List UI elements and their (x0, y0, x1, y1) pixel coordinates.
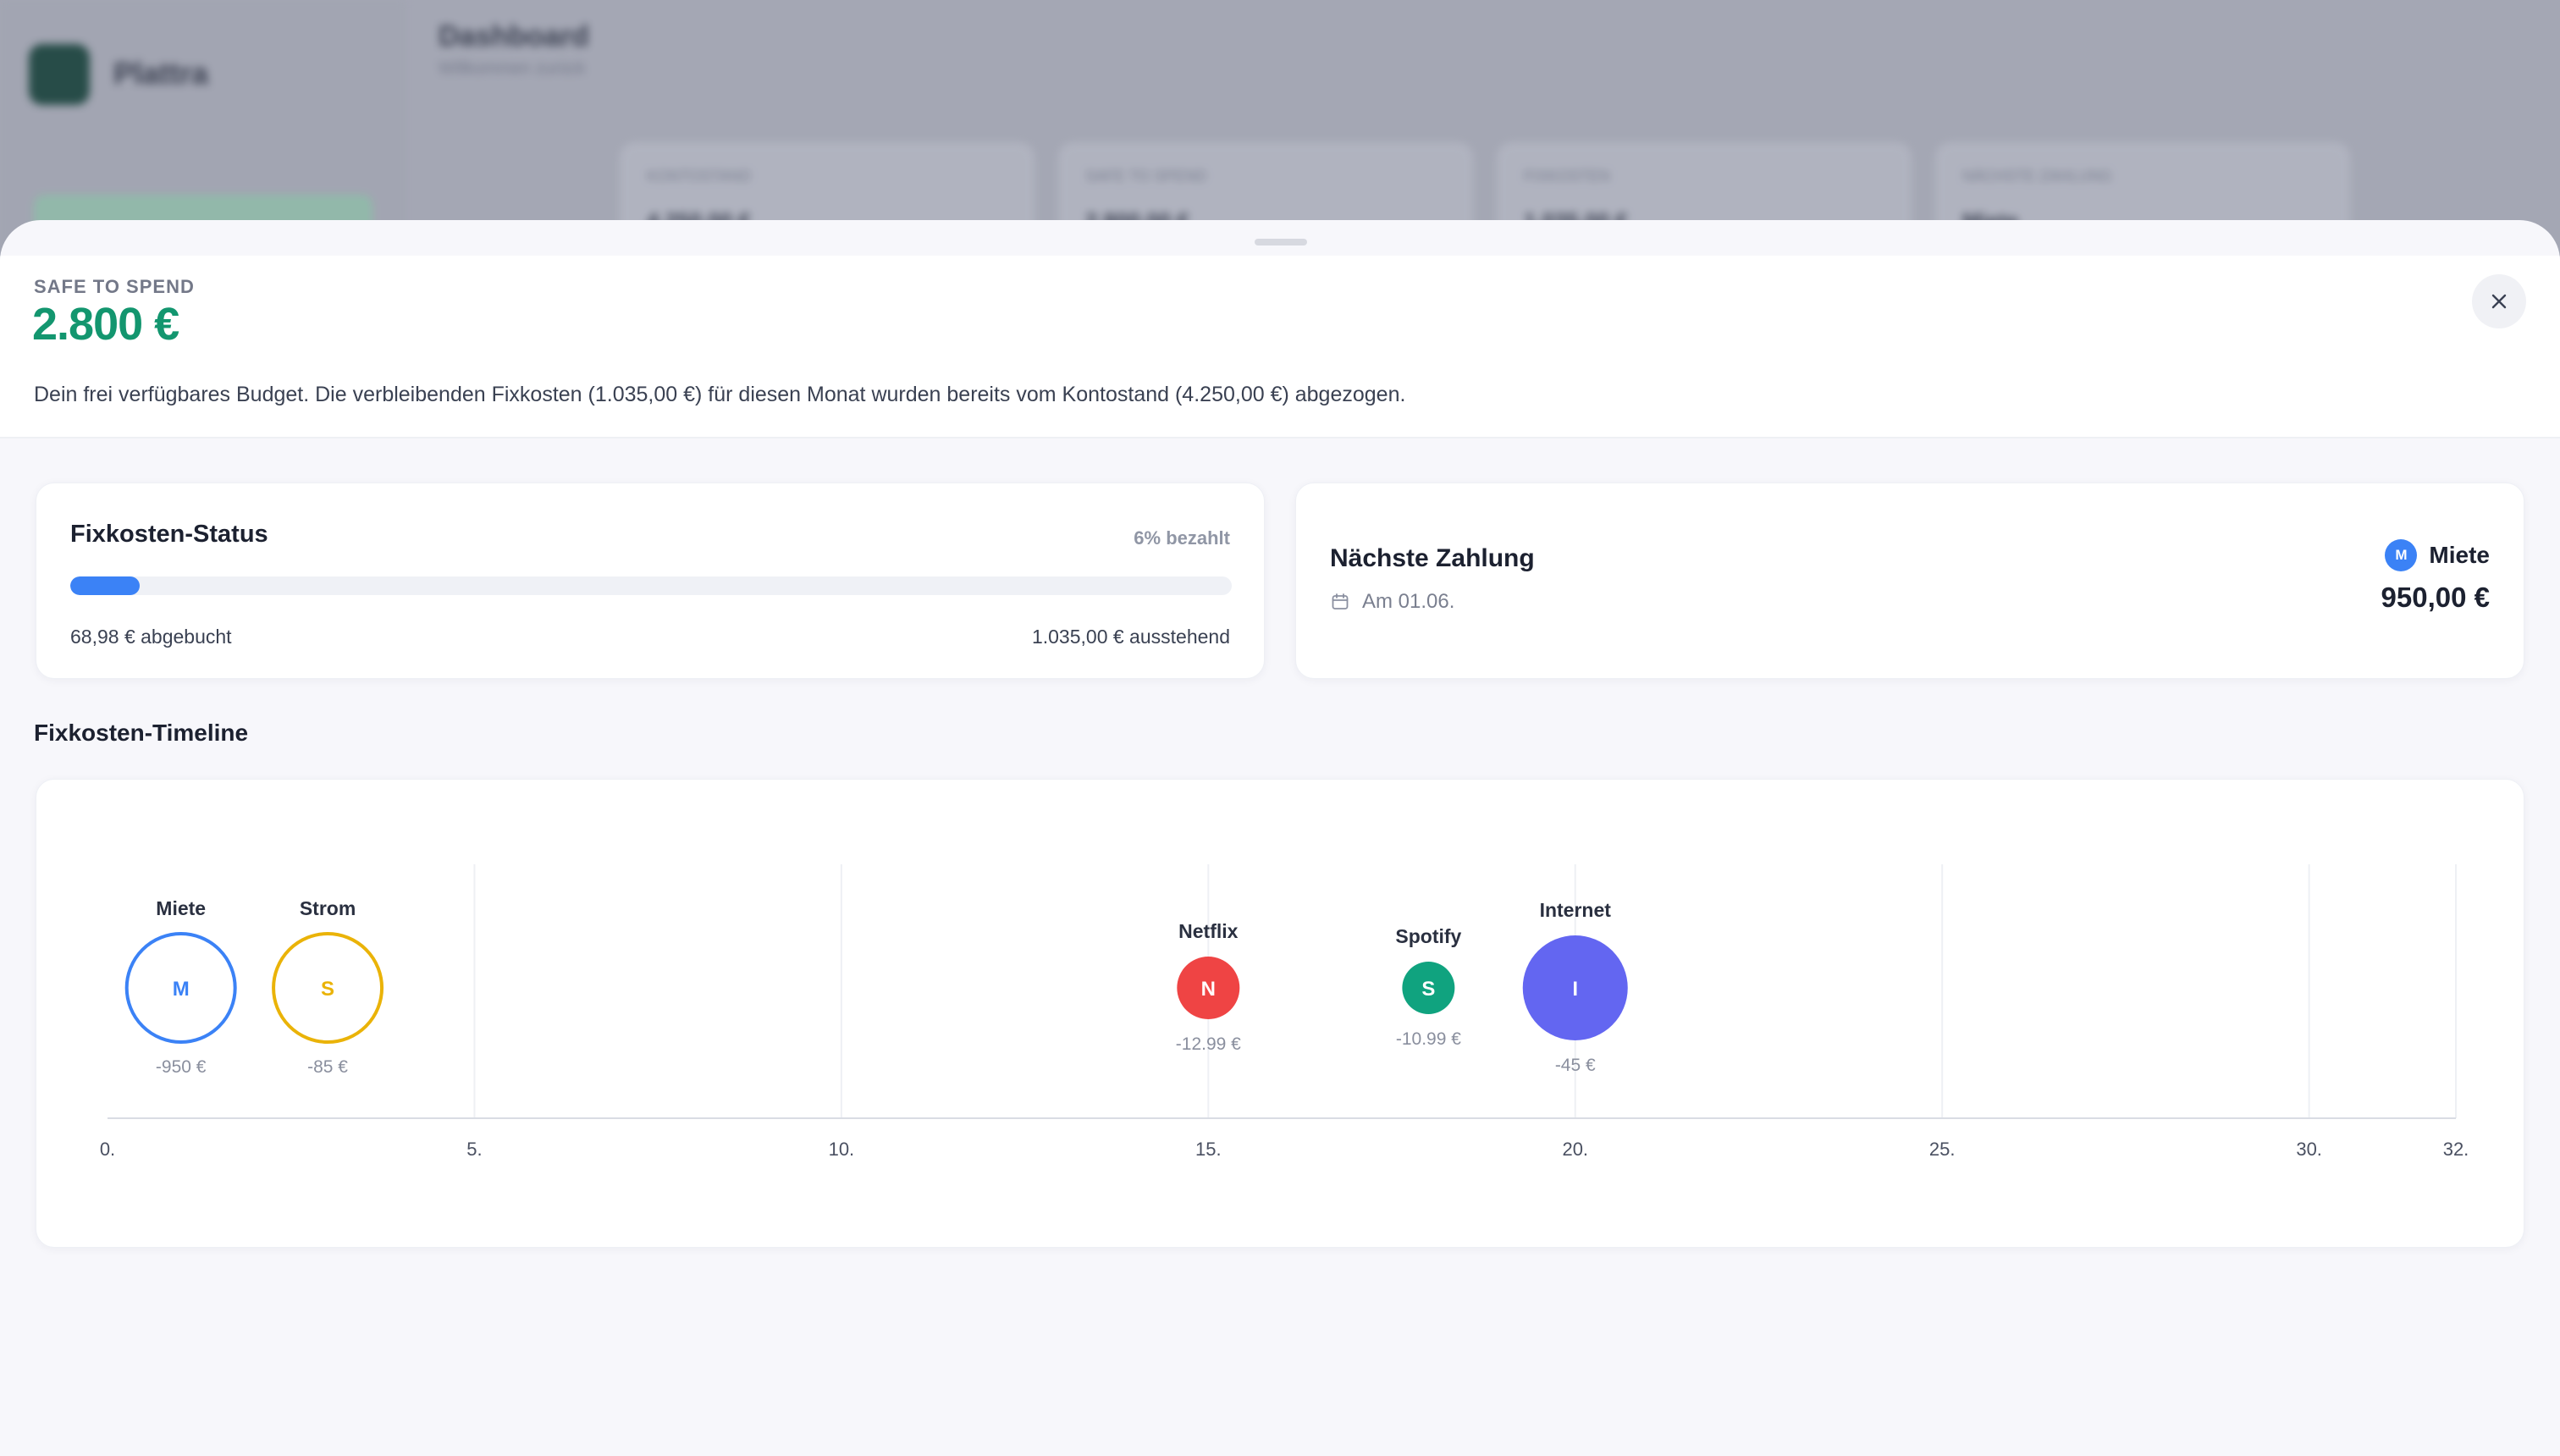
status-title: Fixkosten-Status (70, 521, 268, 548)
timeline-payment-amount: -10.99 € (1396, 1029, 1461, 1049)
timeline-tick-label: 10. (829, 1139, 855, 1160)
timeline-tick-label: 30. (2296, 1139, 2322, 1160)
timeline-payment-name: Netflix (1178, 920, 1239, 942)
timeline-payment-name: Miete (156, 897, 206, 919)
status-booked-amount: 68,98 € abgebucht (70, 626, 232, 648)
background-app: Plattra Dashboard Willkommen zurück Kont… (0, 0, 2560, 261)
status-pending-amount: 1.035,00 € ausstehend (1031, 626, 1230, 648)
timeline-payment-name: Internet (1540, 899, 1612, 921)
page-title: Dashboard (439, 20, 589, 52)
timeline-tick-label: 0. (100, 1139, 115, 1160)
calendar-icon (1332, 593, 1349, 609)
safe-to-spend-value: 2.800 € (32, 299, 179, 350)
merchant-avatar: M (2385, 539, 2418, 571)
timeline-chart: 0. 5. 10. 15. 20. 25. 30. 32. M Miete -950 € S Strom… (100, 864, 2469, 1160)
safe-to-spend-label: SAFE TO SPEND (34, 276, 195, 297)
next-payment-card: Nächste Zahlung Am 01.06. M Miete 950,00… (1295, 483, 2524, 679)
timeline-tick-label: 5. (466, 1139, 482, 1160)
sheet-drag-handle[interactable] (1255, 239, 1307, 245)
timeline-tick-label: 15. (1195, 1139, 1222, 1160)
next-payment-title: Nächste Zahlung (1330, 544, 1535, 572)
next-payment-merchant: M Miete (2385, 539, 2490, 571)
background-sidebar: Plattra (0, 0, 406, 254)
close-button[interactable] (2472, 274, 2526, 328)
timeline-payment-amount: -45 € (1555, 1056, 1596, 1075)
timeline-payment-initial: I (1572, 978, 1578, 1001)
merchant-name: Miete (2429, 542, 2490, 568)
status-paid-percent: 6% bezahlt (1134, 527, 1230, 549)
timeline-payment-initial: N (1201, 978, 1216, 1001)
timeline-payment-name: Strom (300, 897, 356, 919)
page-subtitle: Willkommen zurück (439, 59, 586, 78)
sheet-header: SAFE TO SPEND 2.800 € Dein frei verfügba… (0, 256, 2560, 438)
status-progress-fill (70, 576, 140, 595)
timeline-payment-initial: S (1421, 978, 1435, 1001)
next-payment-date-row: Am 01.06. (1330, 590, 1454, 614)
timeline-tick-label: 20. (1562, 1139, 1588, 1160)
timeline-heading: Fixkosten-Timeline (34, 720, 249, 746)
status-progress-bar (70, 576, 1232, 595)
timeline-payment-initial: S (321, 978, 334, 1001)
timeline-tick-label: 32. (2443, 1139, 2469, 1160)
close-icon (2491, 294, 2507, 309)
timeline-payment-amount: -12.99 € (1176, 1034, 1241, 1054)
next-payment-amount: 950,00 € (2381, 582, 2490, 613)
timeline-tick-label: 25. (1929, 1139, 1956, 1160)
app-name: Plattra (113, 56, 209, 91)
fixed-costs-status-card: Fixkosten-Status 6% bezahlt 68,98 € abge… (36, 483, 1265, 679)
timeline-payment-initial: M (173, 978, 190, 1001)
timeline-payment-amount: -85 € (307, 1057, 348, 1077)
safe-to-spend-description: Dein frei verfügbares Budget. Die verble… (34, 383, 1406, 406)
next-payment-date: Am 01.06. (1362, 590, 1455, 613)
fixed-costs-timeline-card: 0. 5. 10. 15. 20. 25. 30. 32. M Miete -950 € S Strom… (36, 779, 2524, 1248)
app-logo (29, 44, 90, 105)
timeline-payment-name: Spotify (1395, 925, 1461, 947)
timeline-payment-amount: -950 € (156, 1057, 207, 1077)
safe-to-spend-sheet: SAFE TO SPEND 2.800 € Dein frei verfügba… (0, 220, 2560, 1456)
